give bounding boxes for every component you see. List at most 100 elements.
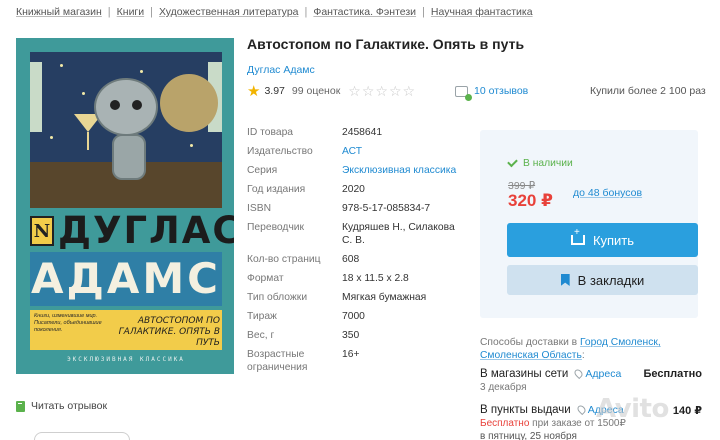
spec-value: 2020 (342, 184, 365, 195)
breadcrumb-fantasy[interactable]: Фантастика. Фэнтези (313, 6, 416, 18)
availability-label: В наличии (523, 158, 573, 169)
spec-row: Переводчик Кудряшев Н., Силакова С. В. (247, 221, 467, 247)
spec-row: Год издания 2020 (247, 183, 467, 196)
series-link[interactable]: Эксклюзивная классика (342, 164, 467, 177)
spec-key: Переводчик (247, 222, 305, 233)
cover-blurb: Книги, изменившие мир. Писатели, объедин… (34, 313, 102, 333)
star-outline-icon[interactable]: ☆ (375, 84, 388, 98)
bookmark-button[interactable]: В закладки (507, 265, 698, 295)
delivery-date: 3 декабря (480, 382, 527, 393)
bonus-link[interactable]: до 48 бонусов (573, 187, 642, 199)
reviews-link[interactable]: 10 отзывов (455, 83, 528, 101)
delivery-option-label: В пункты выдачи (480, 404, 571, 416)
addresses-label: Адреса (585, 368, 622, 380)
cover-sign (30, 62, 42, 132)
spec-value: 7000 (342, 311, 365, 322)
read-excerpt-link[interactable]: Читать отрывок (16, 400, 107, 412)
spec-row: Формат 18 x 11.5 x 2.8 (247, 272, 467, 285)
breadcrumb-separator: | (304, 6, 308, 18)
read-excerpt-label: Читать отрывок (31, 400, 108, 412)
spec-row: Тираж 7000 (247, 310, 467, 323)
cover-series: ЭКСКЛЮЗИВНАЯ КЛАССИКА (67, 356, 185, 363)
spec-key: Тираж (247, 311, 277, 322)
star-outline-icon[interactable]: ☆ (348, 84, 361, 98)
spec-key: Год издания (247, 184, 306, 195)
cover-star (60, 64, 63, 67)
cover-illustration (30, 52, 222, 208)
spec-key: Издательство (247, 146, 313, 157)
availability-status: В наличии (507, 156, 573, 169)
breadcrumb-bookstore[interactable]: Книжный магазин (16, 6, 102, 18)
delivery-prefix: Способы доставки в (480, 337, 578, 348)
cover-robot-head (94, 78, 158, 136)
reviews-count[interactable]: 10 отзывов (474, 85, 528, 97)
publisher-logo: N (30, 216, 54, 246)
spec-value: Мягкая бумажная (342, 292, 427, 303)
breadcrumb-separator: | (107, 6, 111, 18)
bottom-pill-button[interactable] (34, 432, 130, 440)
spec-value: 16+ (342, 349, 360, 360)
breadcrumb-scifi[interactable]: Научная фантастика (431, 6, 533, 18)
cover-star (50, 136, 53, 139)
breadcrumb-separator: | (422, 6, 425, 18)
cover-star (82, 92, 85, 95)
spec-key: ID товара (247, 127, 294, 138)
star-outline-icon[interactable]: ☆ (403, 84, 416, 98)
publisher-link[interactable]: АСТ (342, 145, 467, 158)
spec-value: 978-5-17-085834-7 (342, 203, 431, 214)
spec-key: Вес, г (247, 330, 275, 341)
breadcrumb-separator: | (150, 6, 153, 18)
cart-icon (570, 228, 585, 245)
spec-value: 2458641 (342, 127, 383, 138)
star-outline-icon[interactable]: ☆ (362, 84, 375, 98)
spec-key: ISBN (247, 203, 272, 214)
breadcrumb: Книжный магазин | Книги | Художественная… (16, 6, 533, 18)
spec-key: Возрастные ограничения (247, 349, 308, 373)
addresses-link[interactable]: Адреса (573, 367, 622, 380)
delivery-option-stores: В магазины сети Адреса Бесплатно 3 декаб… (480, 367, 703, 393)
location-pin-icon (575, 403, 587, 416)
spec-row: ISBN 978-5-17-085834-7 (247, 202, 467, 215)
delivery-option-label: В магазины сети (480, 368, 569, 380)
purchase-count: Купили более 2 100 раз (590, 85, 706, 97)
cover-glass-stem (87, 132, 89, 150)
cover-robot-eye (110, 100, 120, 110)
current-price: 320 ₽ (508, 191, 553, 210)
spec-key: Серия (247, 165, 278, 176)
delivery-price: Бесплатно (643, 368, 703, 380)
spec-key: Кол-во страниц (247, 254, 321, 265)
product-title: Автостопом по Галактике. Опять в путь (247, 36, 525, 52)
cover-author-first: ДУГЛАС (58, 209, 234, 252)
buy-button[interactable]: Купить (507, 223, 698, 257)
cover-planet (160, 74, 218, 132)
user-rating-stars[interactable]: ☆ ☆ ☆ ☆ ☆ (348, 84, 415, 98)
spec-value: 18 x 11.5 x 2.8 (342, 273, 409, 284)
cover-star (190, 144, 193, 147)
book-icon (16, 400, 25, 412)
spec-value: 608 (342, 254, 360, 265)
breadcrumb-books[interactable]: Книги (117, 6, 144, 18)
author-link[interactable]: Дуглас Адамс (247, 64, 315, 76)
star-outline-icon[interactable]: ☆ (389, 84, 402, 98)
cover-title-band: Книги, изменившие мир. Писатели, объедин… (30, 310, 222, 350)
breadcrumb-fiction[interactable]: Художественная литература (159, 6, 299, 18)
bookmark-icon (560, 274, 570, 286)
spec-row: Возрастные ограничения 16+ (247, 348, 467, 374)
ratings-count: 99 оценок (291, 85, 341, 97)
delivery-suffix: : (581, 350, 585, 361)
spec-row: Тип обложки Мягкая бумажная (247, 291, 467, 304)
comment-icon (455, 85, 472, 101)
star-icon: ★ (247, 82, 261, 100)
book-cover-image[interactable]: N ДУГЛАС АДАМС Книги, изменившие мир. Пи… (16, 38, 234, 374)
cover-star (140, 70, 143, 73)
delivery-date: в пятницу, 25 ноября (480, 431, 577, 440)
spec-row: ID товара 2458641 (247, 126, 467, 139)
avito-watermark: Avito (596, 394, 669, 424)
rating-score: 3.97 (264, 85, 285, 97)
cover-title: АВТОСТОПОМ ПО ГАЛАКТИКЕ. ОПЯТЬ В ПУТЬ (118, 316, 220, 348)
spec-row: Серия Эксклюзивная классика (247, 164, 467, 177)
cover-robot-body (112, 134, 146, 180)
free-label: Бесплатно (480, 418, 530, 429)
spec-value: 350 (342, 330, 360, 341)
spec-row: Издательство АСТ (247, 145, 467, 158)
